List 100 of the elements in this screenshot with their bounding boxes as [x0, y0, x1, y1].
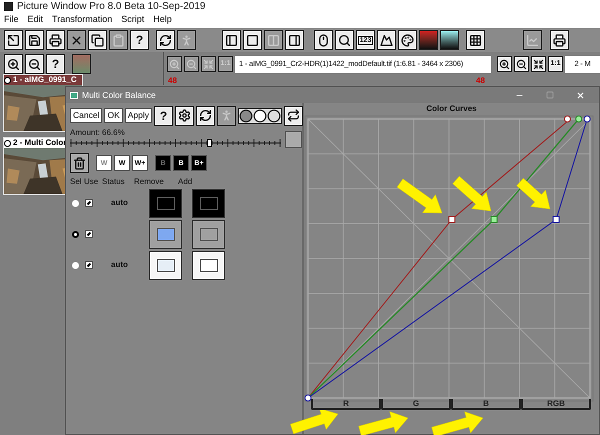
help-button[interactable]: ? [154, 106, 174, 126]
add-color-swatch[interactable] [192, 250, 225, 280]
fit-button[interactable] [201, 56, 216, 72]
swap-button[interactable] [284, 106, 304, 126]
layout-right-icon [288, 34, 301, 46]
copy-button[interactable] [88, 30, 107, 50]
zoom-out-button[interactable] [514, 56, 529, 72]
arrow-annotation [431, 411, 484, 435]
arrow-annotation [396, 178, 442, 214]
half-circle-icon[interactable] [267, 108, 282, 122]
add-color-swatch[interactable] [192, 188, 225, 218]
slider-thumb[interactable] [207, 139, 212, 147]
run-button[interactable] [177, 30, 196, 50]
paste-icon [112, 34, 125, 46]
zoom-in-button[interactable] [497, 56, 512, 72]
layout-left-button[interactable] [222, 30, 241, 50]
dialog-button[interactable]: OK [104, 108, 123, 123]
outline-circle-icon[interactable] [253, 108, 268, 122]
column-header: Add [178, 178, 192, 186]
grid-icon [469, 34, 482, 46]
question-mark: ? [52, 58, 60, 70]
color-swatch-button[interactable] [285, 131, 302, 148]
thumbnail-label: 1 - aIMG_0991_C [13, 76, 77, 84]
palette-button[interactable] [398, 30, 417, 50]
grid-button[interactable] [466, 30, 485, 50]
delete-button[interactable] [70, 153, 89, 173]
channel-tab[interactable]: B [451, 399, 521, 410]
column-header: Use [84, 178, 100, 186]
menu-item[interactable]: Help [153, 15, 172, 24]
gradient-button[interactable] [440, 30, 459, 50]
arrow-annotation [452, 176, 492, 212]
remove-color-swatch[interactable] [149, 188, 182, 218]
printer-icon [553, 34, 566, 46]
use-checkbox[interactable] [85, 261, 93, 269]
status-text: auto [111, 198, 128, 207]
delete-icon [73, 156, 86, 170]
layout-split-icon [267, 34, 280, 46]
open-button[interactable] [4, 30, 23, 50]
question-mark: ? [160, 110, 168, 122]
ruler-value: 48 [167, 76, 178, 85]
channel-tab[interactable]: R [311, 399, 381, 410]
save-button[interactable] [25, 30, 44, 50]
menu-item[interactable]: Edit [28, 15, 44, 24]
search-button[interactable] [335, 30, 354, 50]
channel-tab[interactable]: RGB [521, 399, 591, 410]
layout-split-button[interactable] [264, 30, 283, 50]
settings-button[interactable] [175, 106, 194, 126]
amount-slider[interactable] [70, 138, 282, 148]
search-icon [338, 34, 351, 46]
refresh-button[interactable] [196, 106, 216, 126]
mouse-button[interactable] [314, 30, 333, 50]
layout-right-button[interactable] [285, 30, 304, 50]
remove-color-swatch[interactable] [149, 250, 182, 280]
menu-item[interactable]: Script [121, 15, 144, 24]
copy-icon [91, 34, 104, 46]
app-icon [4, 2, 13, 11]
zoom-in-icon [7, 58, 20, 70]
zoom-out-button[interactable] [184, 56, 199, 72]
remove-color-swatch[interactable] [149, 220, 182, 248]
print-button[interactable] [46, 30, 65, 50]
radio-button[interactable] [72, 262, 79, 268]
zoom-out-button[interactable] [25, 54, 44, 74]
printer-button[interactable] [550, 30, 569, 50]
close-icon [70, 34, 83, 46]
menu-item[interactable]: File [4, 15, 19, 24]
arrow-annotation [516, 178, 550, 210]
radio-button[interactable] [72, 230, 79, 238]
use-checkbox[interactable] [85, 199, 93, 207]
zoom-out-icon [516, 58, 527, 70]
menu-item[interactable]: Transformation [52, 15, 112, 24]
close-icon[interactable] [576, 90, 585, 100]
close-button[interactable] [67, 30, 86, 50]
zoom-out-icon [186, 58, 197, 70]
help-button[interactable]: ? [130, 30, 149, 50]
use-checkbox[interactable] [85, 230, 93, 238]
help-button[interactable]: ? [46, 54, 65, 74]
fit-icon [203, 58, 214, 70]
swap-icon [287, 109, 300, 122]
dialog-button[interactable]: Cancel [70, 108, 102, 123]
add-color-swatch[interactable] [192, 220, 225, 248]
run-button[interactable] [217, 106, 236, 126]
run-icon [180, 34, 193, 46]
layout-single-button[interactable] [243, 30, 262, 50]
filled-circle-icon[interactable] [239, 108, 254, 122]
fit-button[interactable] [531, 56, 546, 72]
ruler-value: 48 [476, 76, 485, 85]
chart-icon [526, 34, 539, 46]
dialog-button[interactable]: Apply [124, 108, 152, 123]
fit-icon [533, 58, 544, 70]
zoom-in-button[interactable] [4, 54, 23, 74]
chart-button[interactable] [523, 30, 542, 50]
radio-button[interactable] [72, 200, 79, 206]
dialog-title: Multi Color Balance [82, 88, 156, 102]
circle-mode-group[interactable] [238, 108, 282, 124]
refresh-button[interactable] [156, 30, 175, 50]
palette-icon [401, 34, 414, 46]
mountain-button[interactable] [377, 30, 396, 50]
paste-button[interactable] [109, 30, 128, 50]
channel-tab[interactable]: G [381, 399, 451, 410]
swatch-button[interactable] [72, 54, 91, 74]
